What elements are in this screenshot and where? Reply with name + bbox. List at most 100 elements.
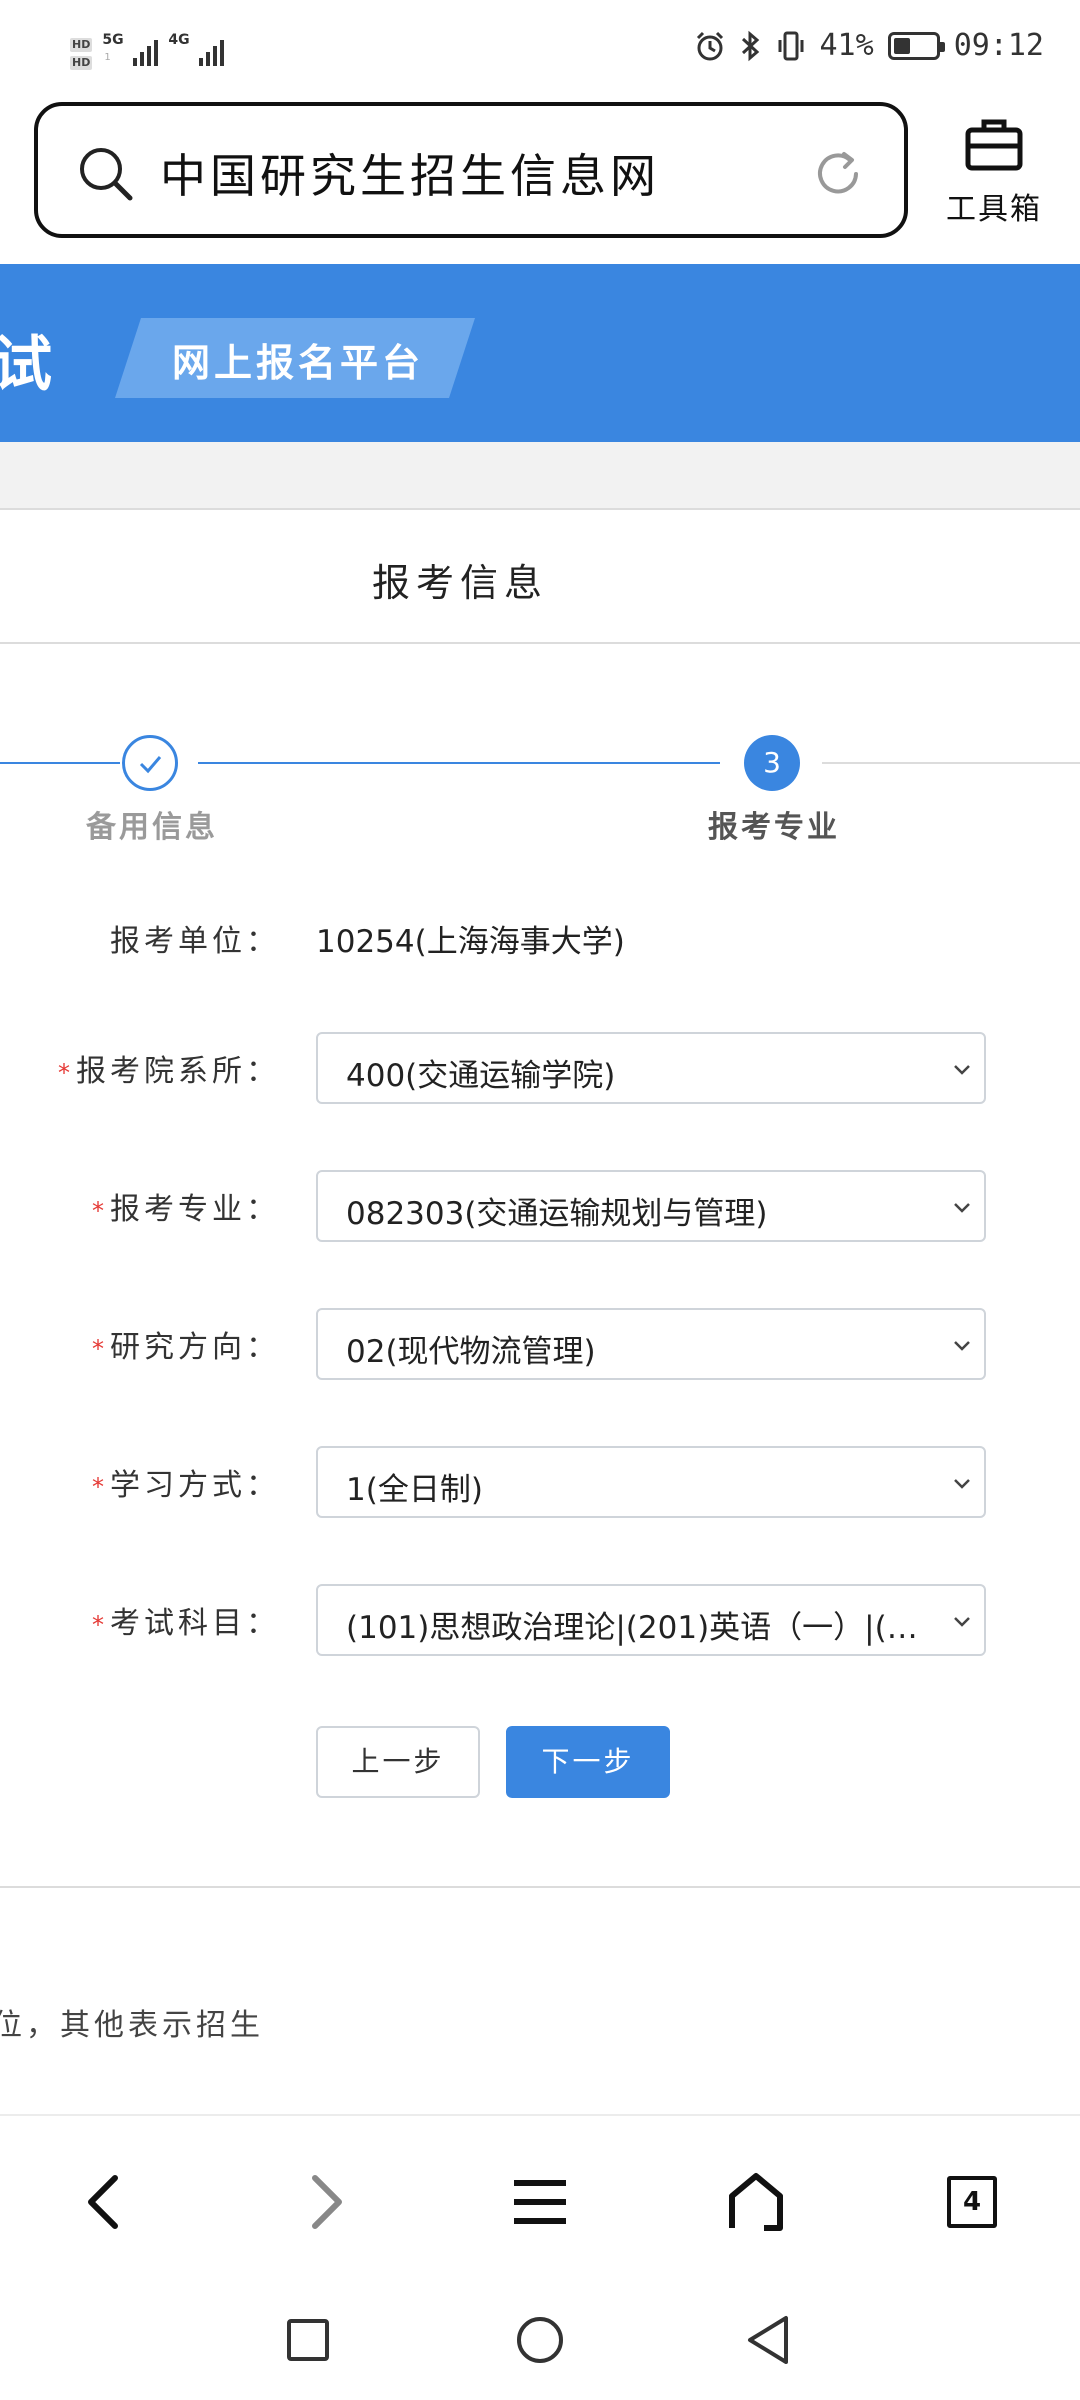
net-type-label: 4G xyxy=(168,32,190,48)
direction-label: * 研究方向： xyxy=(92,1322,280,1366)
major-select-value: 082303(交通运输规划与管理) xyxy=(346,1196,768,1232)
step-line-done xyxy=(198,762,720,764)
dept-row: * 报考院系所： 400(交通运输学院) xyxy=(0,1032,1080,1104)
hd-badge: HD xyxy=(70,56,93,70)
browser-nav-bar: 4 xyxy=(0,2118,1080,2288)
step-line-done xyxy=(0,762,120,764)
dept-label: * 报考院系所： xyxy=(58,1046,280,1090)
home-button[interactable] xyxy=(716,2162,796,2242)
reload-icon[interactable] xyxy=(810,146,866,202)
next-step-button[interactable]: 下一步 xyxy=(506,1726,670,1798)
step-progress: 3 备用信息 报考专业 xyxy=(0,730,1080,850)
tabs-count: 4 xyxy=(947,2176,997,2228)
hd-badge: HD xyxy=(70,38,93,52)
direction-select[interactable]: 02(现代物流管理) xyxy=(316,1308,986,1380)
page: HD HD 5G 1 4G 41% 09:12 中国研究生招生信息网 工具箱 试… xyxy=(0,0,1080,2400)
required-mark: * xyxy=(92,1473,104,1501)
required-mark: * xyxy=(92,1197,104,1225)
toolbox-button[interactable]: 工具箱 xyxy=(934,116,1054,228)
signal-bars xyxy=(133,40,159,66)
recents-button[interactable] xyxy=(278,2310,338,2370)
dept-select[interactable]: 400(交通运输学院) xyxy=(316,1032,986,1104)
unit-row: 报考单位： 10254(上海海事大学) xyxy=(0,902,1080,974)
mode-label-text: 学习方式： xyxy=(110,1468,280,1503)
home-icon xyxy=(729,2173,783,2231)
subjects-label: * 考试科目： xyxy=(92,1598,280,1642)
net-sub-label: 1 xyxy=(104,52,111,63)
dept-select-value: 400(交通运输学院) xyxy=(346,1058,616,1094)
prev-step-button[interactable]: 上一步 xyxy=(316,1726,480,1798)
chevron-down-icon xyxy=(954,1617,970,1627)
system-back-button[interactable] xyxy=(738,2310,798,2370)
step-done-label: 备用信息 xyxy=(86,810,218,845)
chevron-down-icon xyxy=(954,1065,970,1075)
back-button[interactable] xyxy=(64,2162,144,2242)
signal-4g-icon: 4G xyxy=(168,30,225,70)
unit-value: 10254(上海海事大学) xyxy=(316,924,625,960)
section-header: 报考信息 xyxy=(0,512,1080,644)
system-nav-bar xyxy=(0,2288,1080,2400)
divider xyxy=(0,2114,1080,2116)
required-mark: * xyxy=(58,1059,70,1087)
chevron-left-icon xyxy=(88,2175,118,2229)
subjects-label-text: 考试科目： xyxy=(110,1606,280,1641)
chevron-down-icon xyxy=(954,1479,970,1489)
section-title: 报考信息 xyxy=(372,561,549,605)
hd-badges: HD HD xyxy=(70,38,93,70)
toolbox-label: 工具箱 xyxy=(946,192,1042,227)
gray-separator xyxy=(0,442,1080,510)
step-done-marker xyxy=(122,735,178,791)
subjects-select[interactable]: (101)思想政治理论|(201)英语（一）|(301... xyxy=(316,1584,986,1656)
forward-button[interactable] xyxy=(286,2162,366,2242)
dept-label-text: 报考院系所： xyxy=(76,1054,280,1089)
mode-label: * 学习方式： xyxy=(92,1460,280,1504)
system-home-button[interactable] xyxy=(510,2310,570,2370)
square-icon xyxy=(287,2319,329,2361)
footnote-text: 位，其他表示招生 xyxy=(0,2008,264,2043)
subjects-select-value: (101)思想政治理论|(201)英语（一）|(301... xyxy=(346,1610,936,1646)
clock: 09:12 xyxy=(953,28,1044,63)
circle-icon xyxy=(517,2317,563,2363)
address-bar[interactable]: 中国研究生招生信息网 xyxy=(34,102,908,238)
mode-select[interactable]: 1(全日制) xyxy=(316,1446,986,1518)
alarm-icon xyxy=(696,31,723,60)
tabs-button[interactable]: 4 xyxy=(932,2162,1012,2242)
url-text[interactable]: 中国研究生招生信息网 xyxy=(160,140,660,206)
chevron-down-icon xyxy=(954,1341,970,1351)
site-header: 试 网上报名平台 xyxy=(0,264,1080,442)
vibrate-icon xyxy=(778,31,803,60)
menu-icon xyxy=(514,2180,566,2224)
signal-5g-icon: 5G 1 xyxy=(102,30,159,70)
direction-label-text: 研究方向： xyxy=(110,1330,280,1365)
required-mark: * xyxy=(92,1335,104,1363)
major-label-text: 报考专业： xyxy=(110,1192,280,1227)
battery-fill xyxy=(893,37,910,54)
signal-bars xyxy=(199,40,225,66)
chevron-down-icon xyxy=(954,1203,970,1213)
major-select[interactable]: 082303(交通运输规划与管理) xyxy=(316,1170,986,1242)
unit-label: 报考单位： xyxy=(110,924,280,959)
chevron-right-icon xyxy=(312,2175,342,2229)
battery-icon xyxy=(887,31,945,60)
status-left: HD HD 5G 1 4G xyxy=(70,30,225,70)
status-bar: HD HD 5G 1 4G 41% 09:12 xyxy=(0,0,1080,100)
check-icon xyxy=(139,756,162,774)
direction-row: * 研究方向： 02(现代物流管理) xyxy=(0,1308,1080,1380)
step-current-marker: 3 xyxy=(744,735,800,791)
divider xyxy=(0,1886,1080,1888)
major-row: * 报考专业： 082303(交通运输规划与管理) xyxy=(0,1170,1080,1242)
header-partial-title: 试 xyxy=(0,330,52,400)
required-mark: * xyxy=(92,1611,104,1639)
net-type-label: 5G xyxy=(102,32,124,48)
step-line-pending xyxy=(822,762,1080,764)
direction-select-value: 02(现代物流管理) xyxy=(346,1334,596,1370)
triangle-back-icon xyxy=(748,2316,788,2364)
battery-percent: 41% xyxy=(819,28,874,63)
menu-button[interactable] xyxy=(500,2162,580,2242)
header-tab-label[interactable]: 网上报名平台 xyxy=(172,332,424,387)
mode-select-value: 1(全日制) xyxy=(346,1472,483,1508)
major-label: * 报考专业： xyxy=(92,1184,280,1228)
subjects-row: * 考试科目： (101)思想政治理论|(201)英语（一）|(301... xyxy=(0,1584,1080,1656)
status-right: 41% 09:12 xyxy=(694,28,1044,63)
search-icon xyxy=(80,148,133,201)
